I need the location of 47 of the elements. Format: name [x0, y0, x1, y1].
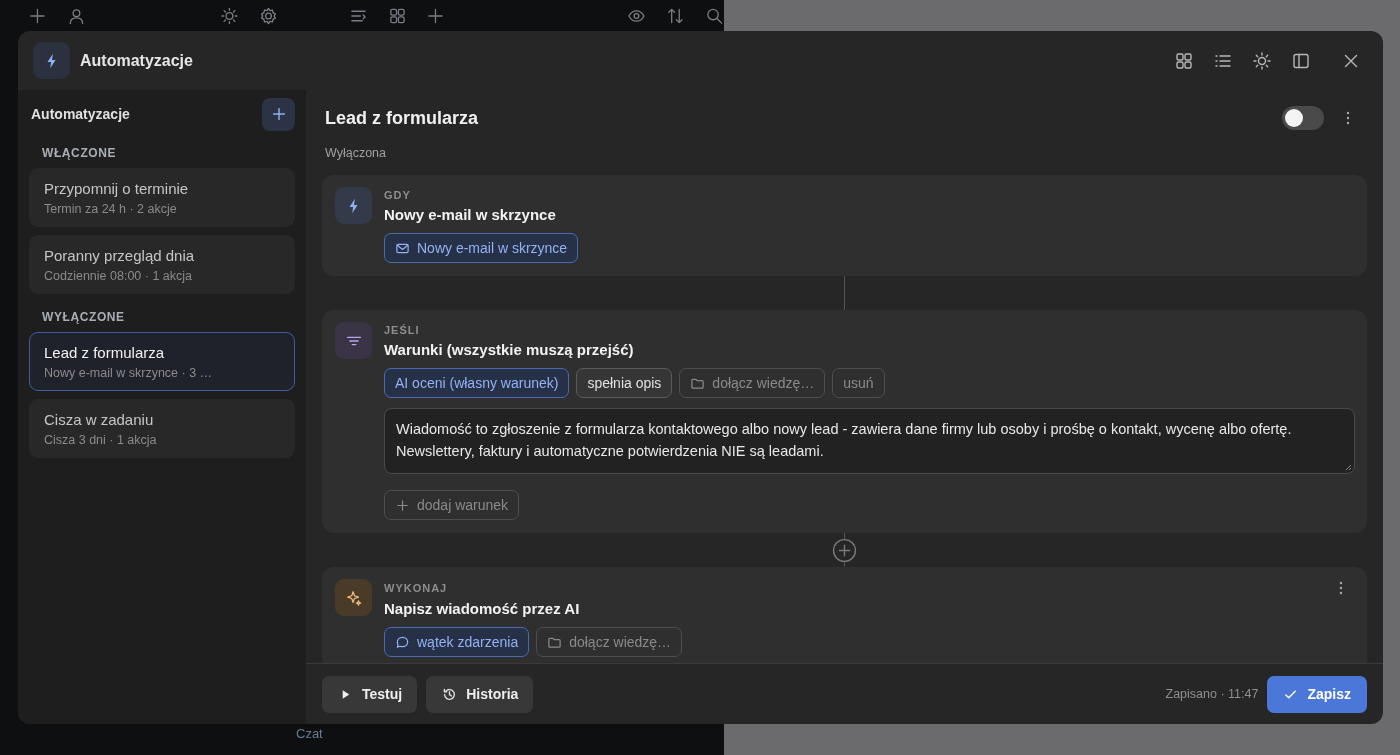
- add-step-icon[interactable]: [832, 537, 857, 563]
- sun-icon[interactable]: [220, 5, 240, 26]
- history-button[interactable]: Historia: [426, 675, 534, 713]
- plus-icon: [395, 497, 410, 513]
- automation-item[interactable]: Poranny przegląd dnia Codziennie 08:00 · 1 akcja: [29, 235, 295, 294]
- step-label: GDY: [384, 189, 411, 201]
- step-label: WYKONAJ: [384, 582, 448, 594]
- bolt-icon: [33, 42, 70, 79]
- step-title: Warunki (wszystkie muszą przejść): [384, 341, 635, 358]
- history-icon: [442, 686, 458, 702]
- save-button[interactable]: Zapisz: [1267, 675, 1367, 713]
- sidebar-title: Automatyzacje: [31, 106, 131, 122]
- more-icon[interactable]: [1346, 111, 1350, 125]
- condition-input[interactable]: Wiadomość to zgłoszenie z formularza kontaktowego albo nowy lead - zawiera dane firmy lub osoby i prośbę o kontakt, wycenę albo ofertę. Newslettery, faktury i automatyczne potwierdzenia NIE są leadami.: [384, 408, 1355, 474]
- speech-bubble-icon: [395, 634, 410, 650]
- option-chip[interactable]: dołącz wiedzę…: [536, 627, 683, 657]
- step-label: JEŚLI: [384, 324, 420, 336]
- grid-icon[interactable]: [1174, 50, 1194, 71]
- sparkle-icon: [335, 579, 372, 616]
- chat-label[interactable]: Czat: [296, 726, 323, 741]
- option-chip[interactable]: usuń: [832, 368, 885, 398]
- group-label: WYŁĄCZONE: [41, 309, 126, 326]
- sun-icon[interactable]: [1252, 50, 1272, 71]
- add-condition-button[interactable]: dodaj warunek: [384, 490, 520, 520]
- group-label: WŁĄCZONE: [41, 145, 118, 162]
- automation-item[interactable]: Lead z formularza Nowy e-mail w skrzynce · 3 …: [29, 332, 295, 391]
- settings-icon[interactable]: [259, 5, 279, 26]
- automation-item[interactable]: Cisza w zadaniu Cisza 3 dni · 1 akcja: [29, 399, 295, 458]
- resize-handle-icon[interactable]: [1344, 463, 1352, 471]
- automation-item[interactable]: Przypomnij o terminie Termin za 24 h · 2 akcje: [29, 168, 295, 227]
- option-chip[interactable]: AI oceni (własny warunek): [384, 368, 570, 398]
- automation-title: Lead z formularza: [325, 107, 480, 129]
- add-automation-button[interactable]: [262, 97, 295, 131]
- status-text: Wyłączona: [324, 146, 388, 162]
- more-icon[interactable]: [1339, 581, 1343, 595]
- filter-icon: [335, 322, 372, 359]
- bolt-icon: [335, 187, 372, 224]
- window-title: Automatyzacje: [80, 51, 193, 70]
- option-chip[interactable]: wątek zdarzenia: [384, 627, 530, 657]
- enable-toggle[interactable]: [1282, 106, 1324, 130]
- option-chip[interactable]: spełnia opis: [576, 368, 673, 398]
- test-button[interactable]: Testuj: [322, 675, 418, 713]
- step-title: Nowy e-mail w skrzynce: [384, 206, 557, 223]
- option-chip[interactable]: Nowy e-mail w skrzynce: [384, 233, 579, 263]
- option-chip[interactable]: dołącz wiedzę…: [679, 368, 826, 398]
- saved-status: Zapisano · 11:47: [1165, 687, 1259, 701]
- step-title: Napisz wiadomość przez AI: [384, 600, 581, 617]
